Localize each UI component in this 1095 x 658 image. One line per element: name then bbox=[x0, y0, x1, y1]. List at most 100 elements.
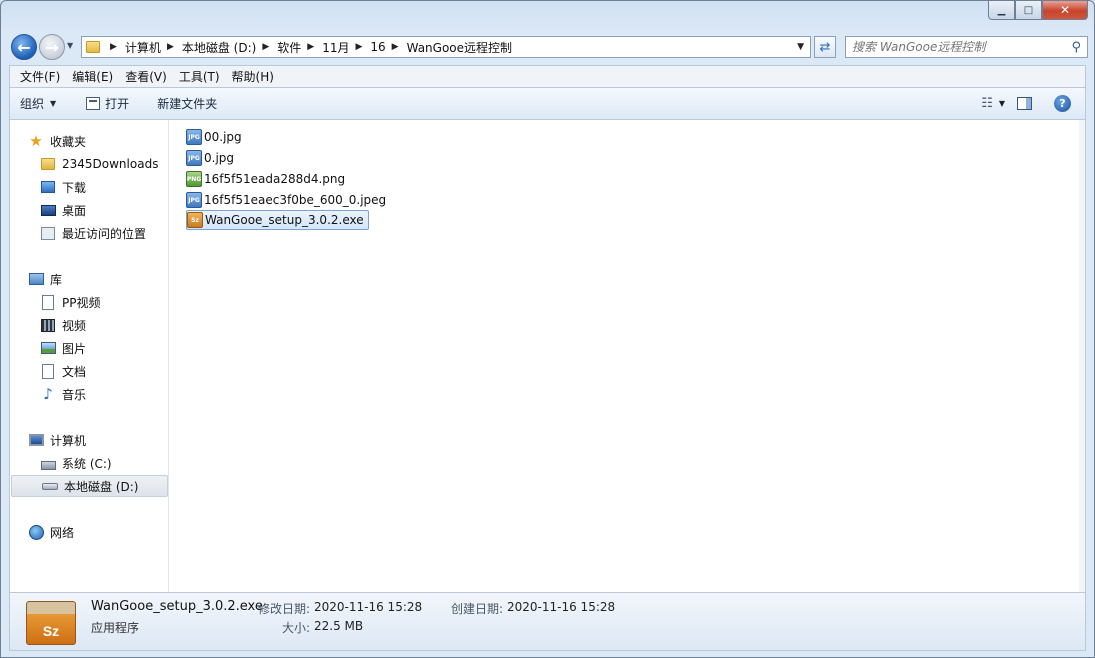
nav-label: 图片 bbox=[62, 341, 87, 356]
breadcrumb-label: 本地磁盘 (D:) bbox=[181, 40, 257, 55]
file-name: 16f5f51eada288d4.png bbox=[204, 172, 346, 186]
minimize-button[interactable]: ▁ bbox=[988, 1, 1015, 20]
help-icon[interactable]: ? bbox=[1054, 95, 1071, 112]
breadcrumb-root-arrow[interactable]: ▶ bbox=[104, 42, 125, 52]
menu-tools[interactable]: 工具(T) bbox=[173, 68, 226, 85]
music-note-icon: ♪ bbox=[43, 385, 53, 403]
document-icon bbox=[40, 363, 56, 379]
preview-pane-icon[interactable] bbox=[1017, 97, 1032, 110]
nav-item-2345downloads[interactable]: 2345Downloads bbox=[10, 153, 169, 175]
file-item[interactable]: PNG 16f5f51eada288d4.png bbox=[186, 169, 349, 189]
command-bar: 组织 ▼ 打开 新建文件夹 ☷ ▼ ? bbox=[9, 87, 1086, 120]
open-icon bbox=[86, 97, 101, 110]
breadcrumb-computer[interactable]: 计算机 ▶ bbox=[125, 39, 182, 56]
nav-item-recent-places[interactable]: 最近访问的位置 bbox=[10, 222, 169, 244]
chevron-down-icon: ▼ bbox=[50, 99, 57, 108]
file-item[interactable]: JPG 00.jpg bbox=[186, 127, 246, 147]
nav-item-local-disk-d[interactable]: 本地磁盘 (D:) bbox=[11, 475, 168, 497]
recent-places-icon bbox=[40, 225, 56, 241]
nav-item-downloads[interactable]: 下载 bbox=[10, 176, 169, 198]
new-folder-button[interactable]: 新建文件夹 bbox=[147, 92, 227, 116]
breadcrumb-november[interactable]: 11月 ▶ bbox=[322, 39, 370, 56]
nav-label: PP视频 bbox=[62, 295, 101, 310]
nav-item-pp-video[interactable]: PP视频 bbox=[10, 291, 169, 313]
nav-label: 收藏夹 bbox=[50, 134, 87, 149]
nav-label: 文档 bbox=[62, 364, 87, 379]
vertical-scrollbar[interactable] bbox=[1079, 120, 1085, 592]
organize-button[interactable]: 组织 ▼ bbox=[10, 92, 66, 116]
file-item[interactable]: JPG 0.jpg bbox=[186, 148, 238, 168]
breadcrumb-wangooe[interactable]: WanGooe远程控制 bbox=[407, 39, 512, 56]
nav-item-system-drive[interactable]: 系统 (C:) bbox=[10, 452, 169, 474]
nav-label: 系统 (C:) bbox=[62, 456, 112, 471]
file-item-selected[interactable]: Sz WanGooe_setup_3.0.2.exe bbox=[186, 210, 369, 230]
computer-icon bbox=[28, 432, 44, 448]
new-folder-label: 新建文件夹 bbox=[157, 97, 218, 111]
refresh-icon: ⇄ bbox=[819, 39, 831, 55]
jpeg-file-icon: JPG bbox=[186, 192, 202, 208]
details-size-value: 22.5 MB bbox=[314, 619, 364, 633]
file-name: WanGooe_setup_3.0.2.exe bbox=[205, 213, 364, 227]
file-name: 0.jpg bbox=[204, 151, 235, 165]
file-name: 16f5f51eaec3f0be_600_0.jpeg bbox=[204, 193, 387, 207]
installer-package-icon: Sz bbox=[26, 601, 76, 645]
maximize-button[interactable]: □ bbox=[1015, 1, 1042, 20]
content-area: ★ 收藏夹 2345Downloads 下载 桌面 最近访问的位置 库 PP视频… bbox=[9, 120, 1086, 593]
folder-icon bbox=[86, 41, 100, 53]
nav-item-music[interactable]: ♪ 音乐 bbox=[10, 383, 169, 405]
installer-package-icon: Sz bbox=[187, 212, 203, 228]
details-created-label: 创建日期: bbox=[451, 602, 504, 616]
search-icon[interactable]: ⚲ bbox=[1071, 40, 1081, 55]
menu-edit[interactable]: 编辑(E) bbox=[66, 68, 119, 85]
nav-item-desktop[interactable]: 桌面 bbox=[10, 199, 169, 221]
address-dropdown-icon[interactable]: ▼ bbox=[797, 42, 804, 52]
toolbar-right: ☷ ▼ ? bbox=[977, 88, 1085, 119]
png-file-icon: PNG bbox=[186, 171, 202, 187]
view-options-dropdown[interactable]: ▼ bbox=[997, 99, 1017, 108]
back-button[interactable]: ← bbox=[11, 34, 37, 60]
nav-item-documents[interactable]: 文档 bbox=[10, 360, 169, 382]
breadcrumb-software[interactable]: 软件 ▶ bbox=[277, 39, 322, 56]
organize-label: 组织 bbox=[20, 97, 45, 111]
search-input[interactable] bbox=[852, 40, 1072, 54]
details-file-name: WanGooe_setup_3.0.2.exe bbox=[91, 599, 263, 614]
menu-help[interactable]: 帮助(H) bbox=[226, 68, 280, 85]
desktop-icon bbox=[40, 202, 56, 218]
nav-item-videos[interactable]: 视频 bbox=[10, 314, 169, 336]
breadcrumb-label: 软件 bbox=[277, 40, 302, 55]
forward-button[interactable]: → bbox=[39, 34, 65, 60]
nav-favorites[interactable]: ★ 收藏夹 bbox=[10, 130, 169, 152]
search-box[interactable]: ⚲ bbox=[845, 36, 1088, 58]
change-view-icon[interactable]: ☷ bbox=[977, 96, 997, 111]
menu-bar: 文件(F) 编辑(E) 查看(V) 工具(T) 帮助(H) bbox=[9, 65, 1086, 87]
nav-item-pictures[interactable]: 图片 bbox=[10, 337, 169, 359]
document-library-icon bbox=[40, 294, 56, 310]
file-item[interactable]: JPG 16f5f51eaec3f0be_600_0.jpeg bbox=[186, 190, 390, 210]
nav-label: 桌面 bbox=[62, 203, 87, 218]
folder-icon bbox=[40, 156, 56, 172]
open-button[interactable]: 打开 bbox=[76, 92, 139, 116]
jpg-file-icon: JPG bbox=[186, 129, 202, 145]
downloads-folder-icon bbox=[40, 179, 56, 195]
arrow-left-icon: ← bbox=[17, 37, 31, 57]
refresh-button[interactable]: ⇄ bbox=[814, 36, 836, 58]
arrow-right-icon: → bbox=[45, 37, 59, 57]
close-button[interactable]: ✕ bbox=[1042, 1, 1088, 20]
nav-computer[interactable]: 计算机 bbox=[10, 429, 169, 451]
nav-label: 下载 bbox=[62, 180, 87, 195]
jpg-file-icon: JPG bbox=[186, 150, 202, 166]
caption-buttons: ▁ □ ✕ bbox=[988, 1, 1088, 21]
nav-label: 最近访问的位置 bbox=[62, 226, 147, 241]
recent-pages-dropdown[interactable]: ▼ bbox=[67, 41, 73, 50]
breadcrumb-label: 11月 bbox=[322, 40, 350, 55]
address-bar[interactable]: ▶ 计算机 ▶ 本地磁盘 (D:) ▶ 软件 ▶ 11月 ▶ 16 ▶ WanGooe远程… bbox=[81, 36, 811, 58]
file-name: 00.jpg bbox=[204, 130, 242, 144]
star-icon: ★ bbox=[29, 132, 43, 150]
breadcrumb-drive-d[interactable]: 本地磁盘 (D:) ▶ bbox=[182, 39, 277, 56]
menu-view[interactable]: 查看(V) bbox=[119, 68, 173, 85]
breadcrumb-label: 计算机 bbox=[124, 40, 161, 55]
breadcrumb-16[interactable]: 16 ▶ bbox=[370, 40, 406, 54]
menu-file[interactable]: 文件(F) bbox=[14, 68, 66, 85]
nav-libraries[interactable]: 库 bbox=[10, 268, 169, 290]
nav-network[interactable]: 网络 bbox=[10, 521, 169, 543]
